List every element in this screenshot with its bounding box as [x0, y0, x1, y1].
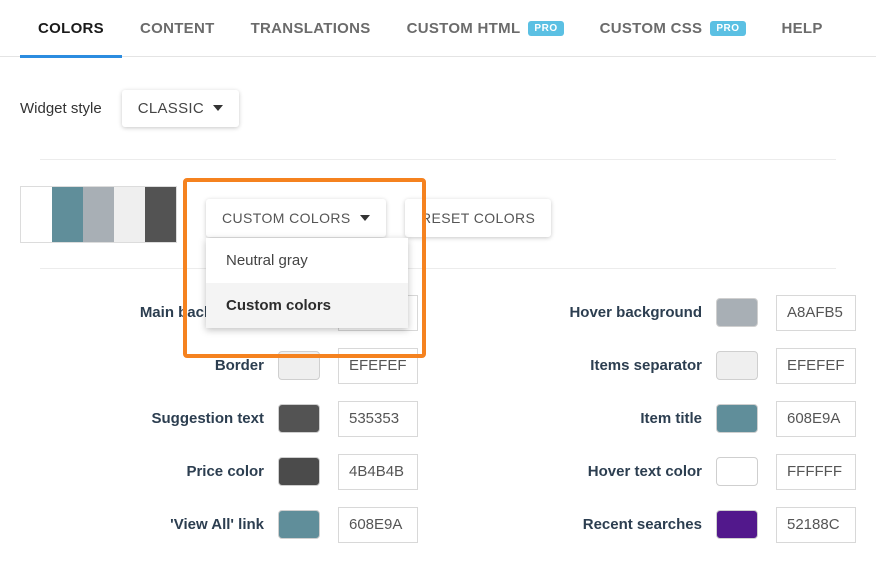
color-swatch[interactable] [278, 510, 320, 539]
tab-colors[interactable]: COLORS [20, 0, 122, 58]
chevron-down-icon [359, 215, 370, 221]
field-border: Border [0, 339, 438, 392]
color-fields-grid: Main background Hover background Border … [0, 286, 876, 551]
pro-badge-icon: PRO [528, 20, 564, 36]
tab-content[interactable]: CONTENT [122, 0, 233, 57]
widget-style-value: CLASSIC [137, 99, 204, 117]
chevron-down-icon [213, 105, 223, 111]
field-label: Hover text color [587, 463, 702, 480]
palette-swatch-4 [114, 187, 145, 242]
color-swatch[interactable] [278, 351, 320, 380]
hex-input[interactable] [338, 453, 418, 490]
tab-help-label: HELP [781, 19, 823, 37]
field-price-color: Price color [0, 445, 438, 498]
dropdown-item-label: Neutral gray [226, 252, 308, 269]
field-view-all-link: 'View All' link [0, 498, 438, 551]
divider-middle [40, 268, 836, 269]
tab-colors-label: COLORS [38, 19, 104, 37]
tab-custom-html-label: CUSTOM HTML [406, 19, 521, 37]
color-scheme-dropdown-menu: Neutral gray Custom colors [206, 238, 408, 328]
field-label: Recent searches [582, 516, 702, 533]
palette-preview [20, 186, 177, 243]
widget-style-dropdown[interactable]: CLASSIC [121, 89, 239, 127]
field-items-separator: Items separator [438, 339, 876, 392]
color-swatch[interactable] [716, 351, 758, 380]
field-label: Suggestion text [151, 410, 264, 427]
reset-colors-button[interactable]: RESET COLORS [405, 199, 552, 237]
tab-content-label: CONTENT [139, 19, 215, 37]
pro-badge-icon: PRO [710, 20, 746, 36]
color-swatch[interactable] [716, 404, 758, 433]
field-label: 'View All' link [170, 516, 264, 533]
hex-input[interactable] [338, 506, 418, 543]
field-label: Border [214, 357, 264, 374]
palette-swatch-2 [52, 187, 83, 242]
hex-input[interactable] [776, 294, 856, 331]
tab-translations[interactable]: TRANSLATIONS [233, 0, 389, 57]
field-label: Item title [640, 410, 702, 427]
tab-help[interactable]: HELP [764, 0, 841, 57]
tab-bar: COLORS CONTENT TRANSLATIONS CUSTOM HTML … [0, 0, 876, 58]
palette-preview-row [20, 186, 177, 243]
color-swatch[interactable] [278, 457, 320, 486]
custom-colors-dropdown-button[interactable]: CUSTOM COLORS [206, 199, 386, 237]
field-recent-searches: Recent searches [438, 498, 876, 551]
widget-style-label: Widget style [20, 99, 102, 117]
reset-colors-label: RESET COLORS [421, 210, 536, 226]
field-hover-background: Hover background [438, 286, 876, 339]
divider-top [40, 159, 836, 160]
custom-colors-label: CUSTOM COLORS [222, 210, 351, 226]
hex-input[interactable] [776, 506, 856, 543]
palette-swatch-5 [145, 187, 176, 242]
field-hover-text-color: Hover text color [438, 445, 876, 498]
tab-custom-css-label: CUSTOM CSS [599, 19, 703, 37]
palette-swatch-1 [21, 187, 52, 242]
field-suggestion-text: Suggestion text [0, 392, 438, 445]
dropdown-item-neutral-gray[interactable]: Neutral gray [206, 238, 408, 283]
tab-translations-label: TRANSLATIONS [250, 19, 371, 37]
field-label: Hover background [569, 304, 702, 321]
color-swatch[interactable] [716, 298, 758, 327]
hex-input[interactable] [338, 400, 418, 437]
field-label: Price color [186, 463, 264, 480]
palette-swatch-3 [83, 187, 114, 242]
widget-style-row: Widget style CLASSIC [0, 57, 876, 131]
field-item-title: Item title [438, 392, 876, 445]
tab-custom-html[interactable]: CUSTOM HTML PRO [389, 0, 582, 57]
dropdown-item-label: Custom colors [226, 297, 332, 314]
color-swatch[interactable] [716, 510, 758, 539]
hex-input[interactable] [776, 347, 856, 384]
hex-input[interactable] [776, 453, 856, 490]
tab-custom-css[interactable]: CUSTOM CSS PRO [582, 0, 764, 57]
dropdown-item-custom-colors[interactable]: Custom colors [206, 283, 408, 328]
hex-input[interactable] [776, 400, 856, 437]
hex-input[interactable] [338, 347, 418, 384]
color-swatch[interactable] [278, 404, 320, 433]
field-label: Items separator [590, 357, 702, 374]
color-swatch[interactable] [716, 457, 758, 486]
